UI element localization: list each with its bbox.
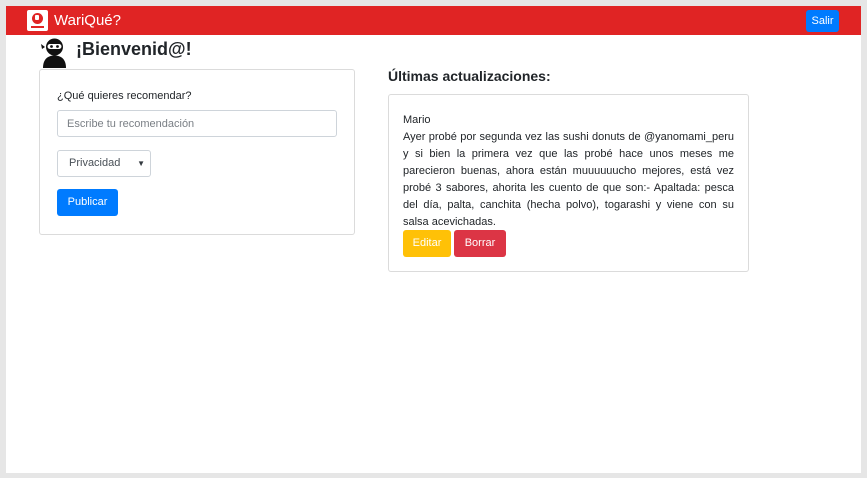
app-page: WariQué? Salir ¡Bienvenid@! ¿Qué quieres… xyxy=(6,6,861,473)
privacy-select[interactable]: Privacidad ▼ xyxy=(57,150,151,177)
delete-button[interactable]: Borrar xyxy=(454,230,506,257)
page-title: ¡Bienvenid@! xyxy=(76,39,192,59)
brand-name: WariQué? xyxy=(54,12,121,29)
post-card: Mario Ayer probé por segunda vez las sus… xyxy=(388,94,749,272)
publish-button[interactable]: Publicar xyxy=(57,189,118,216)
recommendation-form-card: ¿Qué quieres recomendar? Privacidad ▼ Pu… xyxy=(39,69,355,235)
edit-button[interactable]: Editar xyxy=(403,230,451,257)
welcome-header: ¡Bienvenid@! xyxy=(41,37,192,68)
ninja-icon xyxy=(41,38,66,68)
post-author: Mario xyxy=(403,114,431,126)
recommendation-prompt-label: ¿Qué quieres recomendar? xyxy=(57,90,192,102)
privacy-select-value: Privacidad xyxy=(69,157,121,169)
chevron-down-icon: ▼ xyxy=(137,159,145,168)
post-text: Ayer probé por segunda vez las sushi don… xyxy=(403,131,734,228)
brand-logo-icon xyxy=(27,10,48,31)
logout-button[interactable]: Salir xyxy=(806,10,839,32)
brand[interactable]: WariQué? xyxy=(27,10,121,31)
navbar: WariQué? Salir xyxy=(6,6,861,35)
recommendation-input[interactable] xyxy=(57,110,337,137)
updates-title: Últimas actualizaciones: xyxy=(388,68,551,84)
